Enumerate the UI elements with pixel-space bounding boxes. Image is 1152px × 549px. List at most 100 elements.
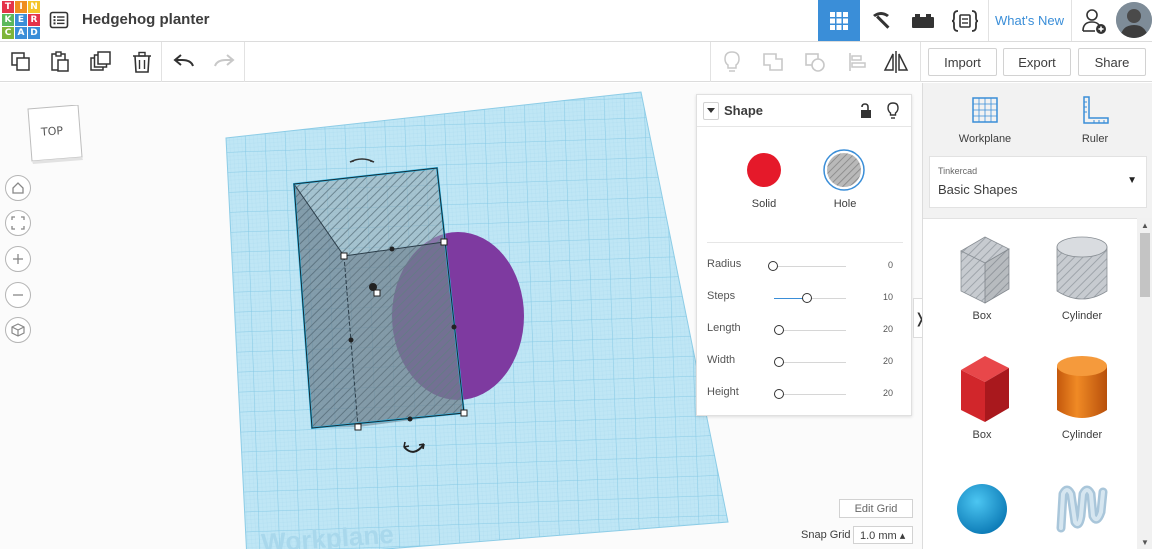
export-button[interactable]: Export: [1003, 48, 1071, 76]
inspector-title: Shape: [724, 103, 764, 118]
import-button[interactable]: Import: [928, 48, 997, 76]
height-slider-track[interactable]: [774, 394, 846, 395]
resize-handle[interactable]: [354, 423, 362, 431]
scroll-thumb[interactable]: [1140, 233, 1150, 297]
lightbulb-icon: [724, 51, 740, 72]
design-title[interactable]: Hedgehog planter: [82, 11, 210, 28]
design-list-icon[interactable]: [49, 10, 69, 30]
sphere-icon: [957, 484, 1007, 534]
length-slider-track[interactable]: [774, 330, 846, 331]
ruler-tool[interactable]: Ruler: [1055, 93, 1135, 145]
hole-swatch[interactable]: [823, 149, 865, 196]
logo-letter: K: [2, 14, 14, 26]
undo-icon: [173, 54, 194, 67]
divider: [244, 42, 245, 82]
bricks-button[interactable]: [902, 0, 944, 41]
ungroup-icon: [805, 53, 825, 72]
view-cube[interactable]: TOP: [24, 104, 84, 170]
param-value-height[interactable]: 20: [883, 388, 893, 398]
show-all-button[interactable]: [717, 48, 747, 76]
resize-handle[interactable]: [460, 409, 468, 417]
zoom-out-button[interactable]: [5, 282, 31, 308]
3d-view-button[interactable]: [818, 0, 860, 41]
height-slider-knob[interactable]: [774, 389, 784, 399]
shapes-scrollbar[interactable]: ▲ ▼: [1137, 218, 1152, 549]
width-slider-track[interactable]: [774, 362, 846, 363]
shapes-grid: Box Cylinder Box Cylinder: [923, 218, 1137, 549]
shapes-panel: Workplane Ruler Tinkercad Basic Shapes ▼…: [922, 83, 1152, 549]
param-label-steps: Steps: [707, 290, 736, 302]
tinkercad-logo[interactable]: T I N K E R C A D: [2, 1, 40, 39]
brick-icon: [912, 13, 934, 28]
collapse-inspector-button[interactable]: [703, 102, 719, 120]
delete-button[interactable]: [127, 48, 157, 76]
shape-sphere[interactable]: [937, 472, 1027, 549]
hide-button[interactable]: [886, 102, 900, 125]
fit-view-icon: [11, 216, 25, 230]
add-user-button[interactable]: [1073, 0, 1115, 41]
shape-box[interactable]: Box: [937, 352, 1027, 441]
resize-handle[interactable]: [340, 252, 348, 260]
param-value-steps[interactable]: 10: [883, 292, 893, 302]
param-label-height: Height: [707, 386, 739, 398]
perspective-button[interactable]: [5, 317, 31, 343]
workplane-tool[interactable]: Workplane: [945, 93, 1025, 145]
shape-label: Cylinder: [1061, 310, 1103, 322]
home-view-button[interactable]: [5, 175, 31, 201]
copy-button[interactable]: [6, 48, 36, 76]
shape-box-hole[interactable]: Box: [937, 233, 1027, 322]
blocks-button[interactable]: [860, 0, 902, 41]
library-name: Basic Shapes: [938, 182, 1018, 197]
undo-button[interactable]: [169, 48, 199, 76]
resize-handle[interactable]: [373, 289, 381, 297]
radius-slider-knob[interactable]: [768, 261, 778, 271]
param-value-width[interactable]: 20: [883, 356, 893, 366]
scroll-down-icon[interactable]: ▼: [1141, 538, 1149, 547]
height-handle[interactable]: [369, 283, 377, 291]
edit-toolbar: Import Export Share: [0, 42, 1152, 82]
ungroup-button[interactable]: [800, 48, 830, 76]
scribble-icon: [1056, 485, 1108, 533]
pickaxe-icon: [873, 11, 890, 29]
fit-view-button[interactable]: [5, 210, 31, 236]
length-slider-knob[interactable]: [774, 325, 784, 335]
mirror-button[interactable]: [881, 48, 911, 76]
shape-library-select[interactable]: Tinkercad Basic Shapes ▼: [929, 156, 1147, 208]
param-label-length: Length: [707, 322, 741, 334]
shape-cylinder-hole[interactable]: Cylinder: [1037, 233, 1127, 322]
share-button[interactable]: Share: [1078, 48, 1146, 76]
user-avatar[interactable]: [1116, 2, 1152, 38]
shape-cylinder[interactable]: Cylinder: [1037, 352, 1127, 441]
shape-label: Box: [972, 429, 992, 441]
hole-label: Hole: [833, 198, 857, 210]
group-button[interactable]: [758, 48, 788, 76]
zoom-in-button[interactable]: [5, 246, 31, 272]
grid-icon: [830, 11, 848, 30]
radius-slider-track[interactable]: [774, 266, 846, 267]
steps-slider-knob[interactable]: [802, 293, 812, 303]
param-value-radius[interactable]: 0: [888, 260, 893, 270]
plus-icon: [13, 254, 23, 264]
whats-new-link[interactable]: What's New: [988, 0, 1070, 41]
param-value-length[interactable]: 20: [883, 324, 893, 334]
edit-grid-button[interactable]: Edit Grid: [839, 499, 913, 518]
resize-handle[interactable]: [440, 238, 448, 246]
logo-letter: N: [28, 1, 40, 13]
paste-button[interactable]: [45, 48, 75, 76]
steps-slider-fill: [774, 298, 804, 299]
top-bar: T I N K E R C A D Hedgehog planter What'…: [0, 0, 1152, 42]
lock-button[interactable]: [859, 103, 873, 124]
redo-button[interactable]: [209, 48, 239, 76]
duplicate-button[interactable]: [86, 48, 116, 76]
logo-letter: A: [15, 27, 27, 39]
width-slider-knob[interactable]: [774, 357, 784, 367]
snap-grid-select[interactable]: 1.0 mm ▴: [853, 526, 913, 544]
align-button[interactable]: [842, 48, 872, 76]
codeblocks-button[interactable]: [944, 0, 986, 41]
shape-scribble[interactable]: [1037, 472, 1127, 549]
solid-swatch[interactable]: [745, 151, 783, 194]
logo-letter: I: [15, 1, 27, 13]
scroll-up-icon[interactable]: ▲: [1141, 221, 1149, 230]
shape-label: Box: [972, 310, 992, 322]
cylinder-solid-icon: [1057, 356, 1107, 418]
